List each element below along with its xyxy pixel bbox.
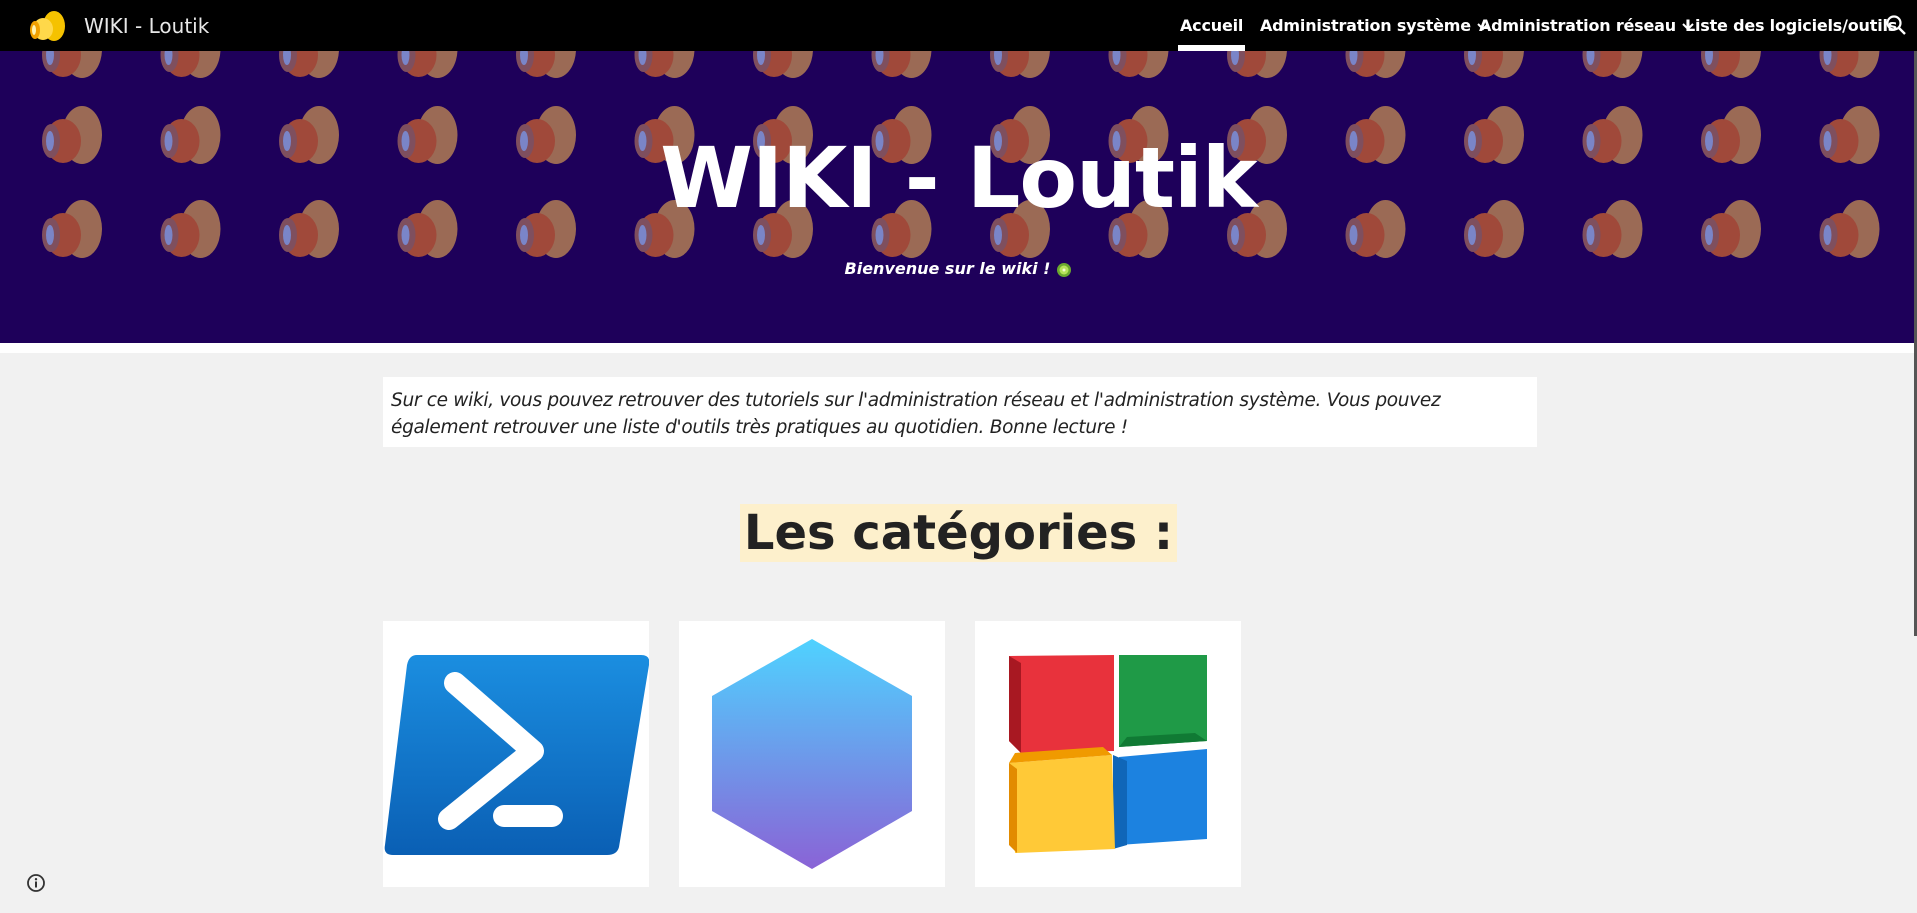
search-icon[interactable] bbox=[1885, 14, 1907, 36]
hero-pattern-motif bbox=[160, 51, 221, 78]
hero-pattern-motif bbox=[871, 51, 932, 78]
intro-text: Sur ce wiki, vous pouvez retrouver des t… bbox=[383, 377, 1537, 447]
info-icon[interactable] bbox=[25, 872, 47, 894]
categories-heading-text: Les catégories : bbox=[739, 504, 1178, 562]
category-card-windows[interactable] bbox=[975, 621, 1241, 887]
hero-pattern-motif bbox=[990, 51, 1050, 78]
category-card-powershell[interactable] bbox=[383, 621, 649, 887]
hero-pattern-motif bbox=[279, 51, 339, 78]
nav-liste-logiciels[interactable]: Liste des logiciels/outils bbox=[1685, 0, 1897, 51]
top-navigation-bar: WIKI - Loutik Accueil Administration sys… bbox=[0, 0, 1917, 51]
hero-title: WIKI - Loutik bbox=[660, 129, 1257, 227]
hero-pattern-motif bbox=[1227, 51, 1287, 78]
hexagon-icon bbox=[712, 639, 912, 869]
site-logo-icon[interactable] bbox=[28, 10, 66, 42]
nav-administration-systeme-label: Administration système bbox=[1260, 16, 1471, 35]
nav-accueil[interactable]: Accueil bbox=[1177, 0, 1246, 51]
kiwi-emoji-icon bbox=[1057, 262, 1072, 277]
hero-subtitle: Bienvenue sur le wiki ! bbox=[0, 259, 1917, 278]
hero-bottom-strip bbox=[0, 343, 1917, 353]
category-card-hexagon[interactable] bbox=[679, 621, 945, 887]
hero-subtitle-text: Bienvenue sur le wiki ! bbox=[844, 259, 1051, 278]
hero-pattern-motif bbox=[753, 51, 813, 78]
nav-administration-reseau-label: Administration réseau bbox=[1479, 16, 1676, 35]
hero-pattern-motif bbox=[1701, 51, 1761, 78]
hero-pattern-motif bbox=[1108, 51, 1169, 78]
nav-administration-systeme[interactable]: Administration système bbox=[1260, 0, 1489, 51]
hero-pattern-motif bbox=[1345, 51, 1406, 78]
nav-administration-reseau[interactable]: Administration réseau bbox=[1479, 0, 1694, 51]
hero-pattern-motif bbox=[397, 51, 458, 78]
site-title[interactable]: WIKI - Loutik bbox=[84, 14, 209, 38]
nav-accueil-label: Accueil bbox=[1180, 16, 1244, 35]
hero-pattern-motif bbox=[634, 51, 695, 78]
hero-pattern-motif bbox=[516, 51, 576, 78]
hero-banner: WIKI - Loutik Bienvenue sur le wiki ! bbox=[0, 51, 1917, 343]
powershell-icon bbox=[384, 655, 649, 855]
hero-pattern-motif bbox=[1819, 51, 1880, 78]
nav-liste-logiciels-label: Liste des logiciels/outils bbox=[1685, 16, 1898, 35]
windows-blocks-icon bbox=[1009, 655, 1207, 853]
hero-pattern-motif bbox=[1582, 51, 1643, 78]
hero-pattern-motif bbox=[1464, 51, 1524, 78]
categories-heading: Les catégories : bbox=[0, 504, 1917, 562]
hero-pattern-motif bbox=[42, 51, 102, 78]
